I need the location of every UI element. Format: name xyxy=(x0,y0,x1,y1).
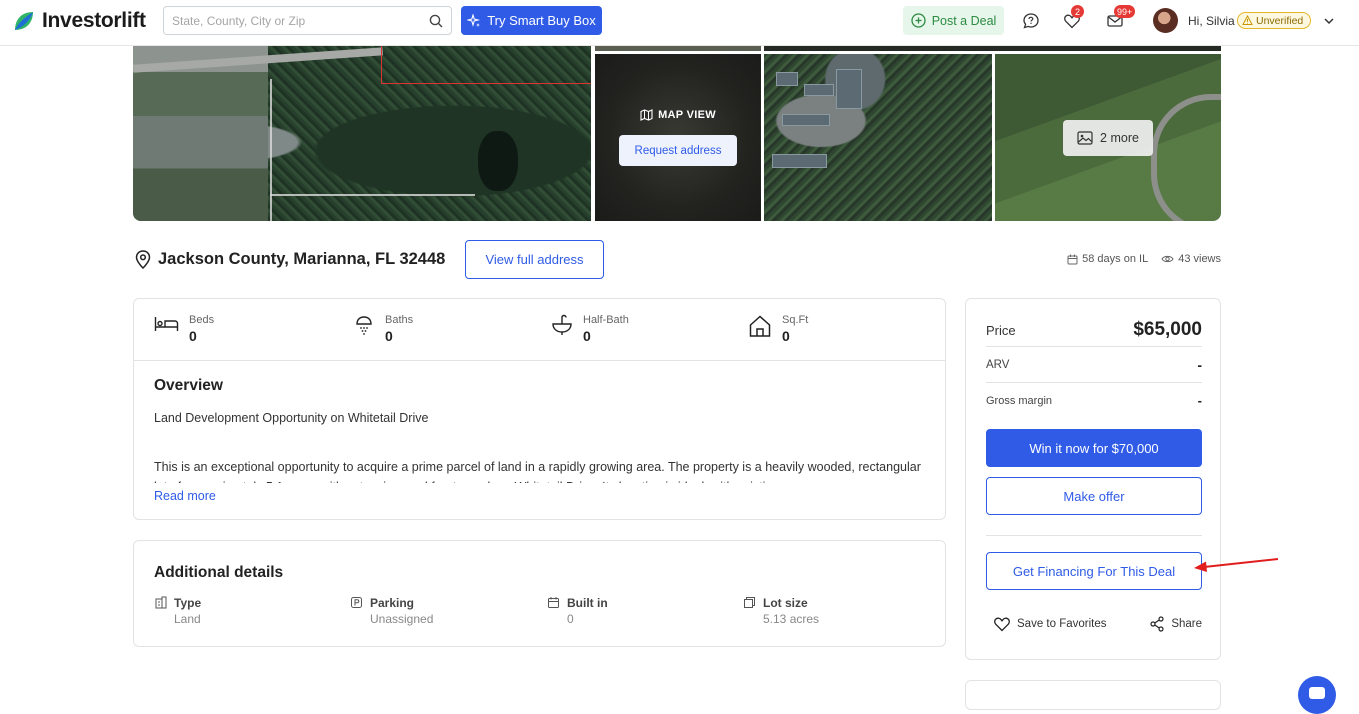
gross-margin-label: Gross margin xyxy=(986,394,1053,407)
detail-parking: Parking Unassigned xyxy=(350,596,433,626)
gross-margin-row: Gross margin - xyxy=(986,393,1202,408)
map-view-label: MAP VIEW xyxy=(595,109,761,121)
post-deal-button[interactable]: Post a Deal xyxy=(903,6,1004,35)
chat-bubble-icon xyxy=(1309,687,1325,699)
read-more-link[interactable]: Read more xyxy=(154,489,222,503)
red-annotation-arrow xyxy=(1194,558,1279,572)
stat-sqft: Sq.Ft 0 xyxy=(748,314,808,344)
days-on-il: 58 days on IL xyxy=(1067,253,1148,265)
user-greeting[interactable]: Hi, Silvia xyxy=(1188,14,1235,28)
arv-value: - xyxy=(1197,357,1202,373)
post-deal-label: Post a Deal xyxy=(931,13,997,28)
main-aerial-photo[interactable] xyxy=(133,46,591,221)
overview-subtitle: Land Development Opportunity on Whitetai… xyxy=(154,411,429,425)
request-address-button[interactable]: Request address xyxy=(619,135,737,166)
location-search xyxy=(163,6,452,35)
additional-details-title: Additional details xyxy=(154,564,284,581)
detail-lot-size: Lot size 5.13 acres xyxy=(743,596,819,626)
price-value: $65,000 xyxy=(1133,319,1202,340)
make-offer-button[interactable]: Make offer xyxy=(986,477,1202,515)
smart-buy-box-label: Try Smart Buy Box xyxy=(487,13,596,28)
eye-icon xyxy=(1161,255,1174,263)
chevron-down-icon[interactable] xyxy=(1323,15,1335,27)
plus-circle-icon xyxy=(911,13,926,28)
messages-button[interactable]: 99+ xyxy=(1104,5,1136,32)
calendar-icon xyxy=(548,597,559,608)
share-button[interactable]: Share xyxy=(1149,616,1202,632)
price-row: Price $65,000 xyxy=(986,319,1202,341)
top-navigation-bar: Investorlift Try Smart Buy Box Post a De… xyxy=(0,0,1359,46)
user-avatar[interactable] xyxy=(1153,8,1178,33)
sink-icon xyxy=(552,314,572,335)
get-financing-button[interactable]: Get Financing For This Deal xyxy=(986,552,1202,590)
favorites-count-badge: 2 xyxy=(1071,5,1084,18)
warning-icon xyxy=(1242,15,1253,25)
detail-type: Type Land xyxy=(154,596,201,626)
address-row: Jackson County, Marianna, FL 32448 View … xyxy=(133,240,1221,279)
stat-half-bath: Half-Bath 0 xyxy=(551,314,629,344)
arv-row: ARV - xyxy=(986,357,1202,373)
property-stats: Beds 0 Baths 0 Half-Bath 0 Sq.Ft 0 xyxy=(134,299,945,361)
win-it-now-button[interactable]: Win it now for $70,000 xyxy=(986,429,1202,467)
save-to-favorites-button[interactable]: Save to Favorites xyxy=(993,616,1106,632)
detail-built-in: Built in 0 xyxy=(547,596,608,626)
calendar-icon xyxy=(1067,254,1078,264)
parking-icon xyxy=(351,597,362,608)
account-status-label: Unverified xyxy=(1256,14,1304,27)
aerial-photo-4[interactable]: 2 more xyxy=(995,54,1221,221)
account-status-badge[interactable]: Unverified xyxy=(1237,12,1312,29)
chat-support-button[interactable] xyxy=(1298,676,1336,714)
pricing-card: Price $65,000 ARV - Gross margin - Win i… xyxy=(965,298,1221,660)
favorites-button[interactable]: 2 xyxy=(1061,5,1084,32)
smart-buy-box-button[interactable]: Try Smart Buy Box xyxy=(461,6,602,35)
overview-title: Overview xyxy=(154,377,223,394)
bed-icon xyxy=(154,317,179,331)
messages-count-badge: 99+ xyxy=(1114,5,1136,18)
map-view-tile[interactable]: MAP VIEW Request address xyxy=(595,54,761,221)
arv-label: ARV xyxy=(986,359,1010,371)
price-label: Price xyxy=(986,322,1016,338)
location-pin-icon xyxy=(135,250,151,269)
stat-baths: Baths 0 xyxy=(353,314,413,344)
more-photos-button[interactable]: 2 more xyxy=(1063,120,1153,156)
aerial-photo-3[interactable] xyxy=(764,54,992,221)
search-input[interactable] xyxy=(172,13,429,28)
overview-description: This is an exceptional opportunity to ac… xyxy=(154,460,921,483)
view-count: 43 views xyxy=(1161,253,1221,265)
shower-icon xyxy=(356,316,372,335)
additional-details-card: Additional details Type Land Parking Unass… xyxy=(133,540,946,647)
share-icon xyxy=(1150,616,1164,632)
listing-meta: 58 days on IL 43 views xyxy=(1067,253,1221,265)
leaf-logo-icon xyxy=(15,12,33,30)
map-icon xyxy=(640,109,653,121)
gross-margin-value: - xyxy=(1197,393,1202,408)
view-full-address-button[interactable]: View full address xyxy=(465,240,604,279)
property-address: Jackson County, Marianna, FL 32448 xyxy=(158,250,446,268)
search-icon[interactable] xyxy=(429,14,443,28)
brand-name: Investorlift xyxy=(42,9,146,32)
chat-button[interactable] xyxy=(1020,10,1042,32)
heart-icon xyxy=(994,617,1010,632)
house-icon xyxy=(749,315,771,337)
chat-icon xyxy=(1023,13,1039,29)
property-overview-card: Beds 0 Baths 0 Half-Bath 0 Sq.Ft 0 Overv… xyxy=(133,298,946,520)
sparkle-icon xyxy=(467,13,481,27)
photo-gallery: MAP VIEW Request address 2 more xyxy=(133,46,1221,221)
pricing-actions: Save to Favorites Share xyxy=(986,616,1202,632)
building-icon xyxy=(155,596,167,609)
image-icon xyxy=(1077,131,1093,145)
lot-icon xyxy=(744,597,755,608)
investorlift-logo[interactable]: Investorlift xyxy=(12,9,146,33)
next-card-peek xyxy=(965,680,1221,710)
stat-beds: Beds 0 xyxy=(154,314,214,344)
